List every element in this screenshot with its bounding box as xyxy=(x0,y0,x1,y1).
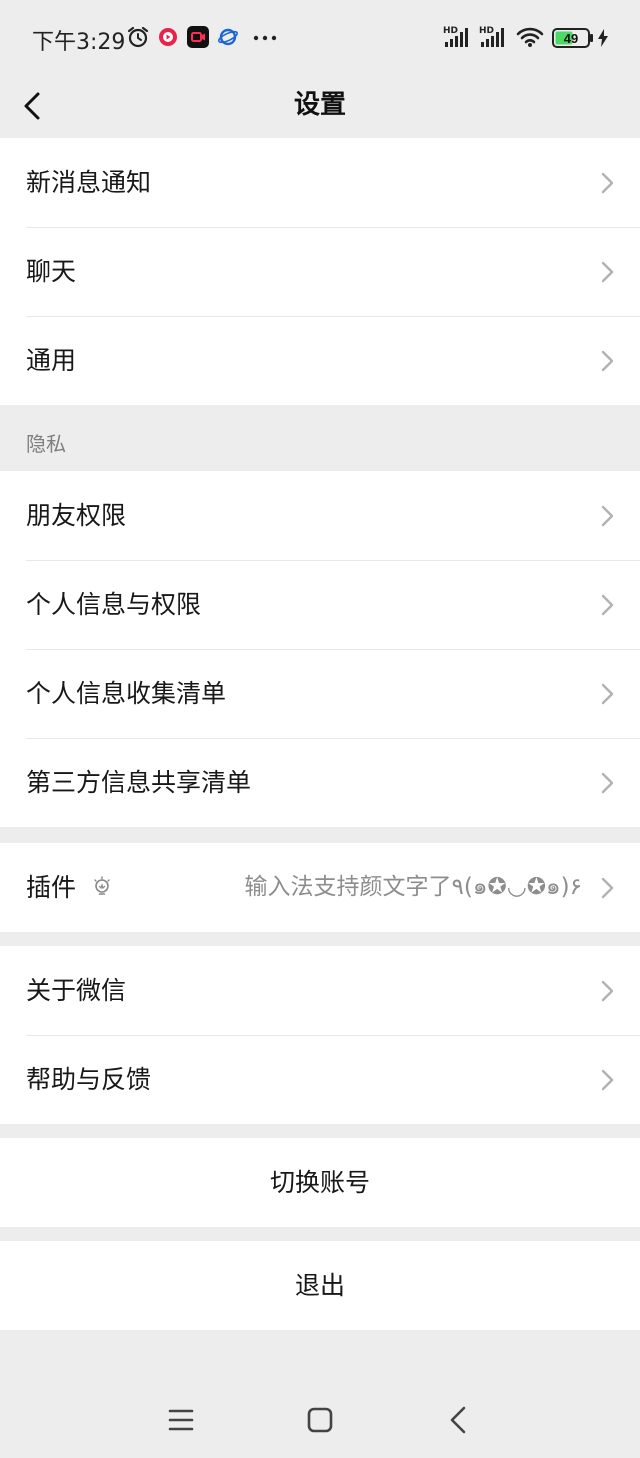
settings-item-plugins[interactable]: 插件 输入法支持颜文字了٩(๑✪◡✪๑)۶ xyxy=(0,843,640,932)
svg-text:HD: HD xyxy=(479,26,494,36)
logout-button[interactable]: 退出 xyxy=(0,1241,640,1330)
settings-item-info-collection-list[interactable]: 个人信息收集清单 xyxy=(0,649,640,738)
section-label-privacy: 隐私 xyxy=(26,432,66,456)
lightbulb-icon xyxy=(94,876,110,895)
wifi-icon xyxy=(516,27,544,47)
settings-group-about: 关于微信 帮助与反馈 xyxy=(0,946,640,1124)
settings-item-label: 个人信息收集清单 xyxy=(26,679,227,708)
settings-item-label: 个人信息与权限 xyxy=(26,590,202,619)
home-button[interactable] xyxy=(300,1402,340,1438)
home-icon xyxy=(307,1407,333,1433)
settings-item-label: 帮助与反馈 xyxy=(26,1065,152,1094)
settings-item-label: 插件 xyxy=(26,873,77,902)
header: 设置 xyxy=(0,76,640,138)
chevron-right-icon xyxy=(601,261,614,283)
settings-item-notifications[interactable]: 新消息通知 xyxy=(0,138,640,227)
back-icon xyxy=(450,1406,466,1434)
chevron-right-icon xyxy=(601,594,614,616)
logout-label: 退出 xyxy=(294,1271,345,1300)
chevron-right-icon xyxy=(601,980,614,1002)
settings-item-friend-permissions[interactable]: 朋友权限 xyxy=(0,471,640,560)
chevron-right-icon xyxy=(601,172,614,194)
red-app-icon xyxy=(159,28,177,46)
alarm-icon xyxy=(127,26,149,48)
settings-item-third-party-sharing-list[interactable]: 第三方信息共享清单 xyxy=(0,738,640,827)
signal-icon: HD xyxy=(479,26,504,47)
settings-item-chat[interactable]: 聊天 xyxy=(0,227,640,316)
switch-account-group: 切换账号 xyxy=(0,1138,640,1227)
switch-account-label: 切换账号 xyxy=(269,1168,370,1197)
chevron-right-icon xyxy=(601,505,614,527)
chevron-right-icon xyxy=(601,877,614,899)
plugin-hint: 输入法支持颜文字了٩(๑✪◡✪๑)۶ xyxy=(244,874,582,900)
settings-item-personal-info-permissions[interactable]: 个人信息与权限 xyxy=(0,560,640,649)
settings-item-label: 新消息通知 xyxy=(26,168,152,197)
menu-icon xyxy=(168,1409,194,1431)
chevron-right-icon xyxy=(601,772,614,794)
settings-item-general[interactable]: 通用 xyxy=(0,316,640,405)
settings-item-label: 关于微信 xyxy=(26,976,127,1005)
status-time: 下午3:29 xyxy=(32,30,126,55)
switch-account-button[interactable]: 切换账号 xyxy=(0,1138,640,1227)
chevron-right-icon xyxy=(601,350,614,372)
settings-group-general: 新消息通知 聊天 通用 xyxy=(0,138,640,405)
status-bar: 下午3:29 HD HD 49 xyxy=(0,0,640,76)
battery-icon: 49 xyxy=(552,28,593,48)
chevron-right-icon xyxy=(601,683,614,705)
settings-item-about-wechat[interactable]: 关于微信 xyxy=(0,946,640,1035)
chevron-right-icon xyxy=(601,1069,614,1091)
settings-group-privacy: 朋友权限 个人信息与权限 个人信息收集清单 第三方信息共享清单 xyxy=(0,471,640,827)
svg-text:49: 49 xyxy=(564,31,578,46)
settings-item-label: 朋友权限 xyxy=(26,501,127,530)
video-app-icon xyxy=(187,26,209,48)
settings-item-label: 通用 xyxy=(26,346,77,375)
charging-icon xyxy=(598,29,608,47)
settings-item-help-feedback[interactable]: 帮助与反馈 xyxy=(0,1035,640,1124)
page-title: 设置 xyxy=(293,90,346,120)
browser-app-icon xyxy=(218,28,238,46)
svg-text:HD: HD xyxy=(443,26,458,36)
settings-item-label: 聊天 xyxy=(26,257,77,286)
system-nav-bar xyxy=(0,1380,640,1458)
system-back-button[interactable] xyxy=(438,1402,478,1438)
more-dots-icon xyxy=(253,35,277,41)
signal-icon: HD xyxy=(443,26,468,47)
logout-group: 退出 xyxy=(0,1241,640,1330)
menu-button[interactable] xyxy=(161,1402,201,1438)
settings-group-plugins: 插件 输入法支持颜文字了٩(๑✪◡✪๑)۶ xyxy=(0,843,640,932)
settings-item-label: 第三方信息共享清单 xyxy=(26,768,252,797)
